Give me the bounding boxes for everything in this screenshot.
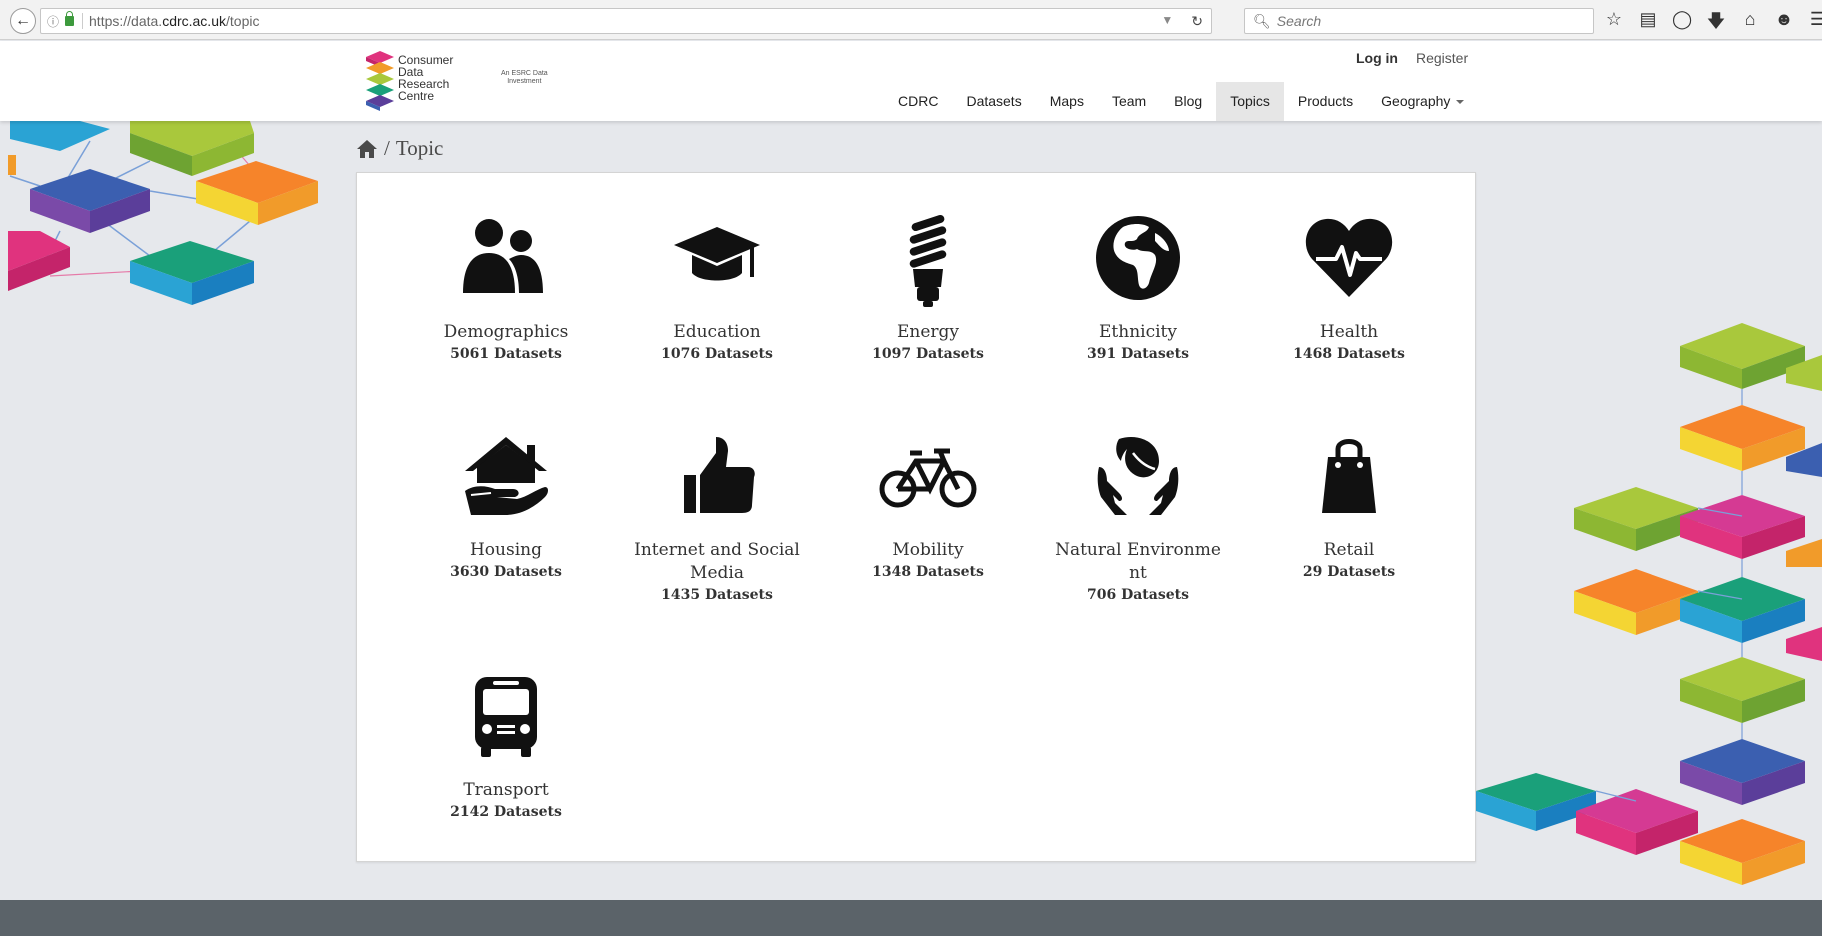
home-icon[interactable]: ⌂ — [1740, 9, 1760, 39]
download-icon[interactable]: 🡇 — [1706, 9, 1726, 39]
reading-list-icon[interactable]: ▤ — [1638, 9, 1658, 39]
back-button[interactable]: ← — [10, 8, 36, 34]
topics-panel: Demographics 5061 Datasets Education 107… — [356, 172, 1476, 862]
bookmark-star-icon[interactable]: ☆ — [1604, 9, 1624, 39]
site-header: Consumer Data Research Centre An ESRC Da… — [0, 41, 1822, 121]
topic-ethnicity[interactable]: Ethnicity 391 Datasets — [1048, 213, 1228, 362]
browser-toolbar: ← ⓘ https://data.cdrc.ac.uk/topic ▼ ↻ 🔍︎… — [0, 0, 1822, 40]
topic-transport[interactable]: Transport 2142 Datasets — [416, 671, 596, 820]
thumbs-up-icon — [684, 437, 755, 513]
bicycle-icon — [879, 448, 977, 508]
lock-icon — [65, 11, 75, 26]
url-bar[interactable]: ⓘ https://data.cdrc.ac.uk/topic ▼ ↻ — [40, 8, 1212, 34]
people-icon — [463, 219, 543, 293]
home-icon[interactable] — [356, 139, 378, 159]
nav-blog[interactable]: Blog — [1160, 82, 1216, 121]
nav-cdrc[interactable]: CDRC — [884, 82, 952, 121]
browser-search-input[interactable]: 🔍︎ Search — [1244, 8, 1594, 34]
emoji-icon[interactable]: ☻ — [1774, 9, 1794, 39]
topic-housing[interactable]: Housing 3630 Datasets — [416, 431, 596, 580]
main-nav: CDRC Datasets Maps Team Blog Topics Prod… — [884, 82, 1478, 121]
topic-demographics[interactable]: Demographics 5061 Datasets — [416, 213, 596, 362]
menu-icon[interactable]: ☰ — [1808, 9, 1822, 39]
breadcrumb-current: Topic — [395, 136, 444, 160]
shopping-bag-icon — [1322, 439, 1376, 513]
globe-icon — [1096, 216, 1180, 300]
graduation-cap-icon — [674, 227, 760, 281]
nav-maps[interactable]: Maps — [1036, 82, 1098, 121]
logo-mark-icon — [366, 51, 394, 111]
url-text[interactable]: https://data.cdrc.ac.uk/topic — [89, 13, 259, 29]
leaf-hands-icon — [1097, 437, 1179, 515]
nav-geography[interactable]: Geography — [1367, 82, 1478, 121]
house-hand-icon — [465, 437, 548, 515]
nav-team[interactable]: Team — [1098, 82, 1160, 121]
topic-health[interactable]: Health 1468 Datasets — [1259, 213, 1439, 362]
cdrc-logo[interactable]: Consumer Data Research Centre An ESRC Da… — [366, 51, 576, 111]
nav-datasets[interactable]: Datasets — [952, 82, 1035, 121]
bus-icon — [475, 677, 537, 757]
register-link[interactable]: Register — [1416, 50, 1468, 66]
topic-mobility[interactable]: Mobility 1348 Datasets — [838, 431, 1018, 580]
reload-icon[interactable]: ↻ — [1191, 13, 1203, 30]
site-footer — [0, 900, 1822, 936]
energy-bulb-icon — [909, 214, 947, 307]
breadcrumb: / Topic — [356, 136, 443, 161]
pocket-icon[interactable]: ◯ — [1672, 9, 1692, 39]
topic-internet-social-media[interactable]: Internet and Social Media 1435 Datasets — [627, 431, 807, 603]
esrc-label: An ESRC Data Investment — [501, 70, 548, 85]
dropdown-arrow-icon[interactable]: ▼ — [1161, 13, 1173, 30]
magnifier-icon: 🔍︎ — [1253, 12, 1271, 29]
info-icon[interactable]: ⓘ — [47, 13, 59, 30]
topic-retail[interactable]: Retail 29 Datasets — [1259, 431, 1439, 580]
topic-energy[interactable]: Energy 1097 Datasets — [838, 213, 1018, 362]
nav-topics[interactable]: Topics — [1216, 82, 1284, 121]
login-link[interactable]: Log in — [1356, 50, 1398, 66]
topic-natural-environment[interactable]: Natural Environme nt 706 Datasets — [1048, 431, 1228, 603]
nav-products[interactable]: Products — [1284, 82, 1367, 121]
heartbeat-icon — [1305, 218, 1393, 297]
topic-education[interactable]: Education 1076 Datasets — [627, 213, 807, 362]
caret-down-icon — [1456, 100, 1465, 105]
